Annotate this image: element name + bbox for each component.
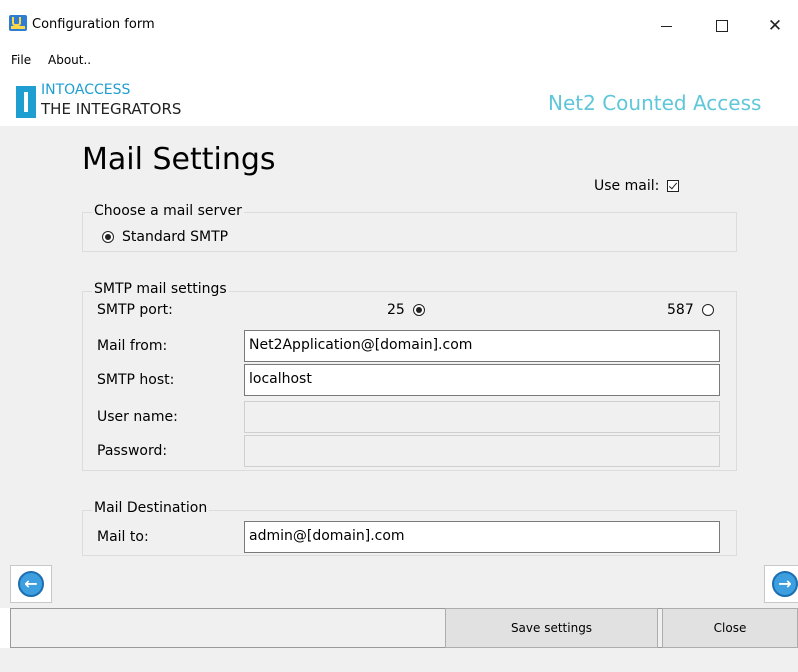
back-button[interactable]: ← xyxy=(10,565,52,603)
mail-server-group-title: Choose a mail server xyxy=(92,203,244,219)
mail-destination-group-title: Mail Destination xyxy=(92,500,210,516)
logo-text-top: INTOACCESS xyxy=(41,82,131,98)
window-title: Configuration form xyxy=(32,17,155,32)
use-mail-checkbox[interactable] xyxy=(667,180,680,192)
title-bar[interactable]: Configuration form ✕ xyxy=(0,0,798,46)
standard-smtp-option[interactable]: Standard SMTP xyxy=(102,229,228,245)
status-bar xyxy=(0,648,798,672)
logo-text-bottom: THE INTEGRATORS xyxy=(41,100,182,118)
close-window-button[interactable]: ✕ xyxy=(752,10,798,42)
port-25-label: 25 xyxy=(387,302,405,318)
smtp-host-input[interactable]: localhost xyxy=(244,364,720,396)
smtp-port-label: SMTP port: xyxy=(97,302,173,318)
standard-smtp-radio[interactable] xyxy=(102,231,114,243)
mail-to-input[interactable]: admin@[domain].com xyxy=(244,521,720,553)
intoaccess-logo-icon xyxy=(16,86,36,118)
maximize-icon xyxy=(716,20,728,32)
port-587-option[interactable]: 587 xyxy=(667,302,714,318)
menu-file[interactable]: File xyxy=(11,53,31,67)
port-587-radio[interactable] xyxy=(701,304,714,316)
port-587-label: 587 xyxy=(667,302,694,318)
minimize-icon xyxy=(660,25,672,27)
standard-smtp-label: Standard SMTP xyxy=(122,229,229,245)
minimize-button[interactable] xyxy=(643,10,689,42)
arrow-left-icon: ← xyxy=(18,571,44,597)
arrow-right-icon: → xyxy=(772,571,798,597)
page-title: Mail Settings xyxy=(82,142,276,177)
user-name-input[interactable] xyxy=(244,401,720,433)
smtp-host-label: SMTP host: xyxy=(97,372,175,388)
save-settings-button[interactable]: Save settings xyxy=(445,608,658,648)
configuration-window: Configuration form ✕ File About.. INTOAC… xyxy=(0,0,798,672)
password-label: Password: xyxy=(97,443,168,459)
port-25-option[interactable]: 25 xyxy=(387,302,425,318)
mail-to-label: Mail to: xyxy=(97,529,149,545)
menu-bar: File About.. xyxy=(0,46,798,76)
product-name: Net2 Counted Access xyxy=(548,91,762,115)
mail-from-input[interactable]: Net2Application@[domain].com xyxy=(244,330,720,362)
mail-from-label: Mail from: xyxy=(97,338,168,354)
password-input[interactable] xyxy=(244,435,720,467)
smtp-settings-group-title: SMTP mail settings xyxy=(92,281,229,297)
maximize-button[interactable] xyxy=(699,10,745,42)
app-icon xyxy=(9,15,27,31)
use-mail-label: Use mail: xyxy=(594,178,660,194)
close-button[interactable]: Close xyxy=(662,608,798,648)
user-name-label: User name: xyxy=(97,409,178,425)
menu-about[interactable]: About.. xyxy=(48,53,91,67)
close-icon: ✕ xyxy=(767,15,783,36)
use-mail-toggle[interactable]: Use mail: xyxy=(594,178,680,194)
next-button[interactable]: → xyxy=(764,565,798,603)
port-25-radio[interactable] xyxy=(412,304,425,316)
